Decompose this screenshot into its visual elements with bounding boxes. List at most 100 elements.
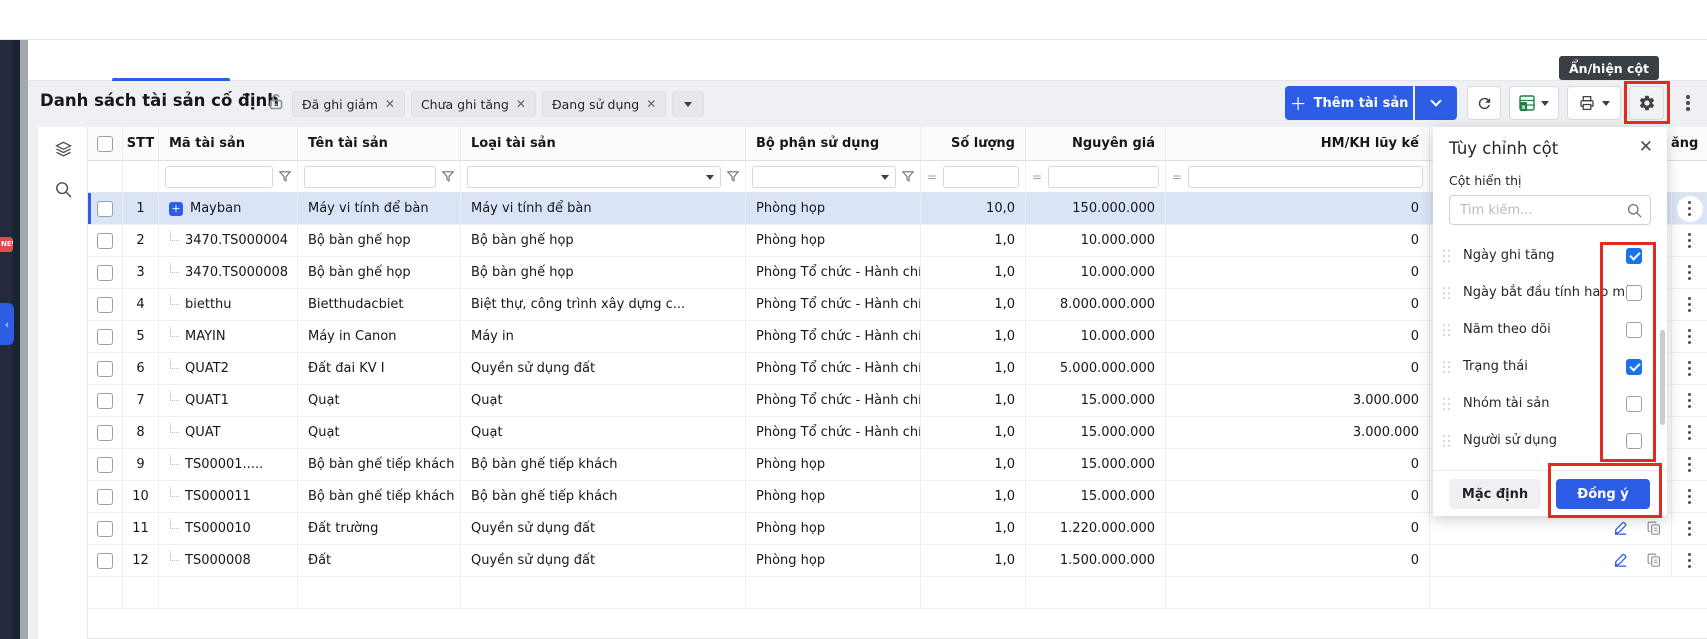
column-checkbox[interactable] xyxy=(1626,248,1642,264)
row-more-icon[interactable] xyxy=(1688,559,1691,562)
refresh-button[interactable] xyxy=(1467,86,1501,120)
filter-funnel-icon[interactable] xyxy=(902,171,914,182)
column-settings-button[interactable] xyxy=(1629,86,1664,120)
row-more-icon[interactable] xyxy=(1688,239,1691,242)
cell-dept: Phòng Tổ chức - Hành chính xyxy=(745,353,920,384)
drag-handle-icon[interactable] xyxy=(1443,324,1451,336)
expand-icon[interactable]: + xyxy=(169,202,183,216)
row-checkbox[interactable] xyxy=(97,489,113,505)
table-row[interactable]: 12TS000008ĐấtQuyền sử dụng đấtPhòng họp1… xyxy=(88,545,1707,577)
ok-button[interactable]: Đồng ý xyxy=(1556,479,1650,509)
add-asset-dropdown-button[interactable] xyxy=(1415,86,1457,120)
default-button[interactable]: Mặc định xyxy=(1449,479,1541,509)
row-more-icon[interactable] xyxy=(1688,303,1691,306)
cell-name: Máy in Canon xyxy=(297,321,460,352)
sidebar-expand-button[interactable]: ‹ xyxy=(0,303,14,345)
row-more-icon[interactable] xyxy=(1688,495,1691,498)
column-checkbox[interactable] xyxy=(1626,396,1642,412)
drag-handle-icon[interactable] xyxy=(1443,398,1451,410)
row-more-icon[interactable] xyxy=(1688,399,1691,402)
drag-handle-icon[interactable] xyxy=(1443,287,1451,299)
filter-input-dep[interactable] xyxy=(1188,166,1423,188)
column-option[interactable]: Ngày ghi tăng xyxy=(1433,237,1667,274)
drag-handle-icon[interactable] xyxy=(1443,361,1451,373)
cell-cost: 150.000.000 xyxy=(1025,193,1165,224)
cell-dep: 3.000.000 xyxy=(1165,385,1429,416)
cell-stt: 5 xyxy=(122,321,158,352)
row-checkbox[interactable] xyxy=(97,553,113,569)
chip-remove-icon[interactable]: ✕ xyxy=(646,97,656,111)
column-option[interactable]: Trạng thái xyxy=(1433,348,1667,385)
page-title: Danh sách tài sản cố định xyxy=(40,91,279,110)
row-more-icon[interactable] xyxy=(1688,207,1691,210)
row-more-icon[interactable] xyxy=(1688,367,1691,370)
row-checkbox[interactable] xyxy=(97,297,113,313)
select-all-checkbox[interactable] xyxy=(97,136,113,152)
add-asset-button[interactable]: ＋ Thêm tài sản xyxy=(1285,86,1413,120)
row-actions-zone xyxy=(1671,449,1707,480)
equals-filter-icon[interactable]: = xyxy=(927,170,937,184)
drag-handle-icon[interactable] xyxy=(1443,435,1451,447)
equals-filter-icon[interactable]: = xyxy=(1172,170,1182,184)
filter-funnel-icon[interactable] xyxy=(727,171,739,182)
filter-chip[interactable]: Đang sử dụng✕ xyxy=(542,91,666,117)
row-checkbox[interactable] xyxy=(97,265,113,281)
row-more-icon[interactable] xyxy=(1688,463,1691,466)
row-more-icon[interactable] xyxy=(1688,335,1691,338)
filter-input-dept[interactable] xyxy=(752,166,896,188)
row-more-icon[interactable] xyxy=(1688,431,1691,434)
cell-name: Quạt xyxy=(297,385,460,416)
edit-pencil-icon[interactable] xyxy=(1612,520,1629,537)
column-checkbox[interactable] xyxy=(1626,433,1642,449)
print-button[interactable] xyxy=(1567,86,1621,120)
table-row[interactable]: 11TS000010Đất trườngQuyền sử dụng đấtPhò… xyxy=(88,513,1707,545)
row-checkbox[interactable] xyxy=(97,361,113,377)
row-checkbox[interactable] xyxy=(97,201,113,217)
copy-icon[interactable] xyxy=(1646,520,1663,537)
chip-remove-icon[interactable]: ✕ xyxy=(385,97,395,111)
row-checkbox[interactable] xyxy=(97,521,113,537)
column-search-input[interactable] xyxy=(1449,195,1651,225)
filter-funnel-icon[interactable] xyxy=(442,171,454,182)
column-option[interactable]: Ngày bắt đầu tính hao mòn xyxy=(1433,274,1667,311)
filter-input-cost[interactable] xyxy=(1048,166,1159,188)
unlock-icon[interactable] xyxy=(268,93,284,110)
row-checkbox[interactable] xyxy=(97,425,113,441)
panel-scrollbar[interactable] xyxy=(1660,330,1665,425)
chevron-down-icon xyxy=(1430,95,1441,106)
column-checkbox[interactable] xyxy=(1626,359,1642,375)
layers-icon[interactable] xyxy=(55,141,72,158)
search-icon[interactable] xyxy=(55,181,72,198)
filter-input-type[interactable] xyxy=(467,166,721,188)
chips-dropdown-button[interactable] xyxy=(672,91,704,117)
cell-cost: 15.000.000 xyxy=(1025,449,1165,480)
column-option[interactable]: Năm theo dõi xyxy=(1433,311,1667,348)
filter-funnel-icon[interactable] xyxy=(279,171,291,182)
row-more-icon[interactable] xyxy=(1688,527,1691,530)
filter-input-qty[interactable] xyxy=(943,166,1019,188)
cell-name: Quạt xyxy=(297,417,460,448)
row-checkbox[interactable] xyxy=(97,233,113,249)
chip-remove-icon[interactable]: ✕ xyxy=(516,97,526,111)
filter-chip[interactable]: Đã ghi giảm✕ xyxy=(292,91,405,117)
column-option[interactable]: Người sử dụng xyxy=(1433,422,1667,459)
row-checkbox[interactable] xyxy=(97,393,113,409)
row-more-icon[interactable] xyxy=(1688,271,1691,274)
row-checkbox[interactable] xyxy=(97,457,113,473)
filter-chip[interactable]: Chưa ghi tăng✕ xyxy=(411,91,536,117)
filter-input-code[interactable] xyxy=(165,166,273,188)
column-option[interactable]: Nhóm tài sản xyxy=(1433,385,1667,422)
row-checkbox[interactable] xyxy=(97,329,113,345)
toolbar-more-button[interactable] xyxy=(1679,86,1697,120)
equals-filter-icon[interactable]: = xyxy=(1032,170,1042,184)
filter-input-name[interactable] xyxy=(304,166,436,188)
column-checkbox[interactable] xyxy=(1626,322,1642,338)
drag-handle-icon[interactable] xyxy=(1443,250,1451,262)
copy-icon[interactable] xyxy=(1646,552,1663,569)
export-excel-button[interactable]: x xyxy=(1509,86,1559,120)
row-actions-zone xyxy=(1671,545,1707,576)
cell-code: +Mayban xyxy=(158,193,297,224)
edit-pencil-icon[interactable] xyxy=(1612,552,1629,569)
close-icon[interactable]: ✕ xyxy=(1639,137,1653,157)
column-checkbox[interactable] xyxy=(1626,285,1642,301)
